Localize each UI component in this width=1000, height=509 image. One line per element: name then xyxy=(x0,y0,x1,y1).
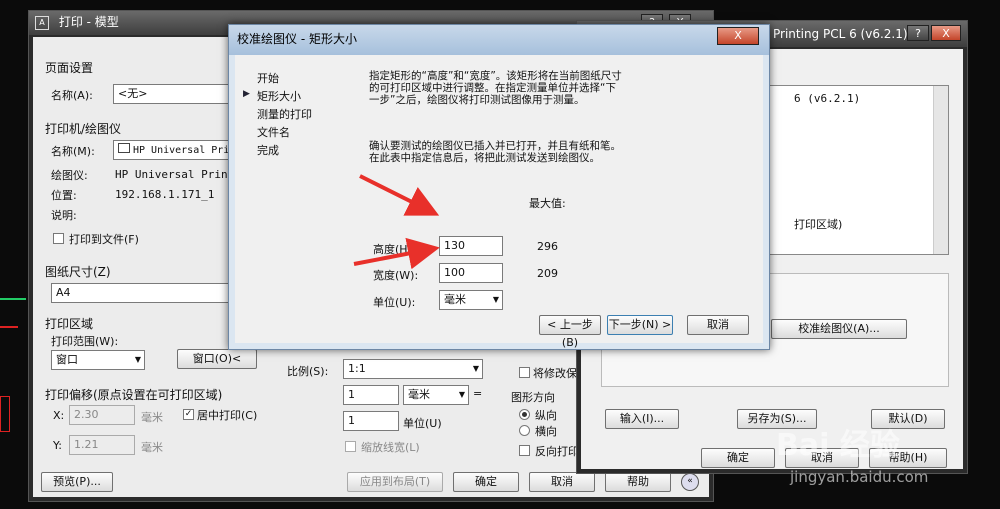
watermark-url: jingyan.baidu.com xyxy=(790,468,929,486)
arrow-to-width xyxy=(353,237,440,270)
watermark-brand: Bai 经验 xyxy=(776,428,900,463)
arrow-to-height xyxy=(359,174,440,216)
